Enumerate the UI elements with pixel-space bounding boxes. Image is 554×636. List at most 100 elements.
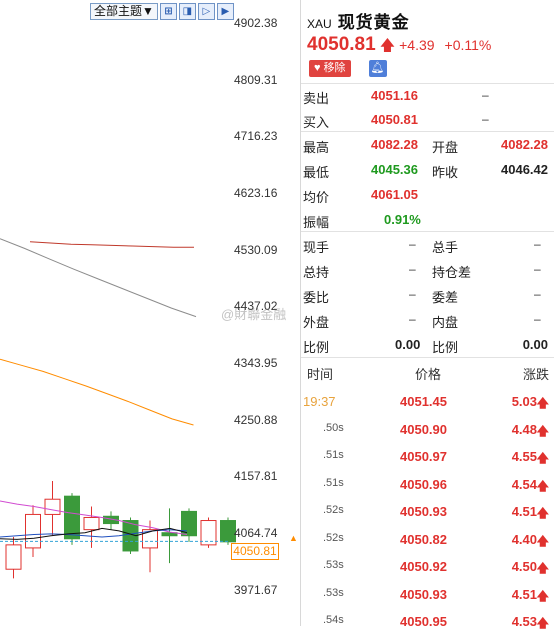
- buy-volume: –: [482, 112, 489, 126]
- ratio-label-2: 比例: [432, 340, 459, 355]
- tick-time-header: 时间: [307, 367, 334, 382]
- buy-price: 4050.81: [371, 112, 418, 127]
- ratio-label: 比例: [303, 340, 330, 355]
- tick-change: 4.54: [511, 476, 537, 492]
- step-right-icon[interactable]: ▶: [216, 3, 234, 20]
- tick-row: .51s 4050.96 4.54 🡅: [301, 471, 554, 499]
- ratio-value-2: 0.00: [522, 337, 548, 352]
- tick-change: 4.55: [511, 449, 537, 464]
- candle-up: [83, 516, 100, 531]
- tick-price: 4050.96: [400, 476, 447, 492]
- total-hand-label: 总手: [432, 240, 459, 255]
- open-value: 4082.28: [501, 137, 548, 152]
- up-arrow-icon: 🡅: [536, 396, 549, 410]
- heart-icon: ♥: [314, 62, 321, 74]
- y-axis-tick-label: 4902.38: [234, 16, 278, 30]
- tick-time: .53s: [323, 559, 344, 571]
- up-arrow-icon: 🡅: [379, 37, 396, 54]
- high-label: 最高: [303, 140, 330, 155]
- step-icon[interactable]: ▷: [197, 3, 215, 20]
- instrument-name: 现货黄金: [337, 13, 410, 32]
- y-axis-tick-label: 4250.88: [234, 412, 278, 427]
- instrument-symbol: XAU: [307, 17, 332, 31]
- divider: [301, 357, 554, 358]
- up-arrow-icon: 🡅: [536, 561, 549, 575]
- y-axis-tick-label: 4716.23: [234, 129, 278, 144]
- up-arrow-icon: 🡅: [536, 478, 549, 493]
- amplitude-label: 振幅: [303, 215, 330, 230]
- outer-value: –: [409, 312, 416, 326]
- y-axis-tick-label: 4343.95: [234, 355, 278, 370]
- chart-area[interactable]: 4902.38 4809.31 4716.23 4623.16 4530.09 4437.…: [0, 0, 300, 626]
- chart-toolbar: 全部主题▼ ⊞ ◨ ▷ ▶: [90, 3, 234, 20]
- tick-row: .53s 4050.93 4.51 🡅: [301, 581, 554, 609]
- low-value: 4045.36: [371, 162, 418, 177]
- hold-diff-value: –: [534, 262, 541, 276]
- weibi-label: 委比: [303, 290, 330, 305]
- tick-row: .53s 4050.92 4.50 🡅: [301, 553, 554, 581]
- tick-row: .50s 4050.90 4.48 🡅: [301, 416, 554, 444]
- hold-row: 总持 – 持仓差 –: [301, 257, 554, 281]
- outer-inner-row: 外盘 – 内盘 –: [301, 307, 554, 331]
- candle-down: [64, 495, 80, 540]
- y-axis-tick-label: 4623.16: [234, 185, 278, 200]
- bell-icon: 🔔︎: [370, 62, 385, 74]
- tick-price: 4051.45: [400, 394, 447, 409]
- alert-bell-button[interactable]: 🔔︎: [368, 60, 387, 77]
- ratio-row: 比例 0.00 比例 0.00: [301, 332, 554, 356]
- tick-time: .50s: [323, 421, 344, 434]
- amplitude-value: 0.91%: [384, 212, 421, 227]
- theme-select[interactable]: 全部主题▼: [90, 3, 158, 20]
- y-axis-tick-label: 4157.81: [234, 469, 278, 484]
- ratio-value: 0.00: [395, 337, 421, 352]
- ma-long-line: [0, 238, 197, 318]
- sell-row: 卖出 4051.16 –: [301, 84, 554, 108]
- tick-price: 4050.93: [400, 586, 447, 602]
- ma-orange-line: [0, 358, 194, 426]
- instrument-title: XAU 现货黄金: [307, 8, 410, 33]
- high-value: 4082.28: [371, 137, 418, 152]
- buy-label: 买入: [303, 115, 330, 130]
- avg-value: 4061.05: [371, 187, 418, 202]
- low-prev-row: 最低 4045.36 昨收 4046.42: [301, 157, 554, 181]
- prev-close-label: 昨收: [432, 165, 459, 180]
- candle-up: [25, 513, 41, 549]
- high-open-row: 最高 4082.28 开盘 4082.28: [301, 132, 554, 156]
- y-axis-tick-label: 3971.67: [234, 582, 278, 597]
- plus-grid-icon[interactable]: ⊞: [159, 3, 177, 20]
- current-price-marker-icon: ▲: [289, 533, 298, 543]
- last-price: 4050.81: [307, 34, 376, 55]
- price-change: +4.39: [399, 37, 435, 53]
- tick-row: .54s 4050.95 4.53 🡅: [301, 608, 554, 636]
- action-row: ♥ 移除 🔔︎: [309, 60, 387, 77]
- tick-time: 19:37: [303, 394, 336, 409]
- tick-price: 4050.93: [400, 504, 447, 519]
- hold-value: –: [409, 262, 416, 276]
- hold-label: 总持: [303, 265, 330, 280]
- total-hand-value: –: [534, 237, 541, 251]
- expand-icon[interactable]: ◨: [178, 3, 196, 20]
- tick-change: 4.53: [511, 614, 537, 629]
- y-axis-tick-label: 4064.74: [234, 525, 278, 540]
- sell-volume: –: [482, 88, 489, 102]
- up-arrow-icon: 🡅: [536, 616, 549, 630]
- up-arrow-icon: 🡅: [536, 451, 549, 465]
- tick-row: .52s 4050.82 4.40 🡅: [301, 526, 554, 554]
- price-change-pct: +0.11%: [444, 37, 492, 53]
- sell-label: 卖出: [303, 91, 330, 106]
- tick-row: 19:37 4051.45 5.03 🡅: [301, 388, 554, 416]
- weibi-row: 委比 – 委差 –: [301, 282, 554, 306]
- tick-price: 4050.90: [400, 421, 447, 437]
- inner-label: 内盘: [432, 315, 459, 330]
- sell-price: 4051.16: [371, 88, 418, 103]
- avg-row: 均价 4061.05: [301, 182, 554, 206]
- tick-time: .52s: [323, 504, 344, 516]
- up-arrow-icon: 🡅: [536, 533, 549, 548]
- remove-watchlist-button[interactable]: ♥ 移除: [309, 60, 351, 77]
- tick-change: 4.51: [511, 504, 537, 519]
- tick-row: .52s 4050.93 4.51 🡅: [301, 498, 554, 526]
- tick-price: 4050.82: [400, 531, 447, 547]
- y-axis-tick-label: 4809.31: [234, 72, 278, 87]
- tick-price-header: 价格: [415, 367, 442, 382]
- weicha-value: –: [534, 287, 541, 301]
